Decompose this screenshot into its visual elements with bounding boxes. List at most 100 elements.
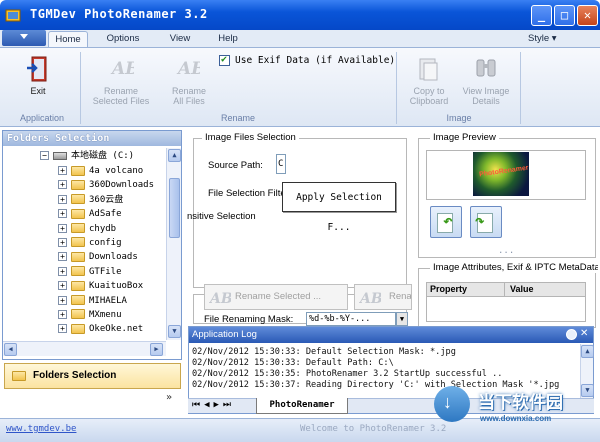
svg-text:AB: AB bbox=[359, 291, 381, 307]
rotate-left-button[interactable]: ↶ bbox=[430, 206, 462, 238]
case-sensitive-label[interactable]: nsitive Selection bbox=[187, 211, 256, 222]
expand-icon[interactable]: + bbox=[58, 309, 67, 319]
drive-label: 本地磁盘 (C:) bbox=[71, 151, 135, 161]
folder-icon bbox=[71, 251, 85, 262]
rename-selected-panel-button[interactable]: AB Rename Selected ... bbox=[204, 284, 348, 310]
exit-button[interactable]: Exit bbox=[14, 54, 62, 102]
view-image-details-button[interactable]: View Image Details bbox=[456, 56, 516, 110]
copy-to-clipboard-button[interactable]: Copy to Clipboard bbox=[400, 56, 458, 110]
tab-view[interactable]: View bbox=[160, 31, 200, 47]
rename-selected-text: Rename Selected ... bbox=[235, 291, 322, 302]
close-icon[interactable]: ✕ bbox=[580, 328, 588, 339]
close-button[interactable]: ✕ bbox=[577, 5, 598, 26]
style-menu[interactable]: Style ▾ bbox=[528, 31, 557, 47]
group-label-rename: Rename bbox=[220, 113, 256, 123]
mask-label: File Renaming Mask: bbox=[204, 314, 294, 325]
expand-chevron-icon[interactable]: » bbox=[166, 392, 172, 403]
expand-icon[interactable]: + bbox=[58, 180, 67, 190]
pin-icon[interactable] bbox=[566, 329, 577, 340]
svg-text:AB: AB bbox=[209, 291, 231, 307]
folder-icon bbox=[71, 323, 85, 334]
tree-folder-item[interactable]: + AdSafe bbox=[58, 207, 154, 221]
scroll-down-icon[interactable]: ▼ bbox=[581, 384, 594, 397]
tree-folder-item[interactable]: + Downloads bbox=[58, 250, 154, 264]
expand-icon[interactable]: + bbox=[58, 166, 67, 175]
expand-icon[interactable]: + bbox=[58, 281, 67, 291]
checkmark-icon: ✔ bbox=[221, 54, 228, 65]
tree-folder-item[interactable]: + chydb bbox=[58, 222, 154, 236]
tree-drive[interactable]: − 本地磁盘 (C:) bbox=[40, 149, 134, 163]
tree-folder-item[interactable]: + OkeOke.net bbox=[58, 322, 154, 336]
view-details-label-1: View Image bbox=[462, 86, 510, 96]
column-property[interactable]: Property bbox=[430, 284, 467, 294]
rename-all-panel-button[interactable]: AB Rena bbox=[354, 284, 412, 310]
expand-icon[interactable]: + bbox=[58, 237, 67, 247]
chevron-down-icon bbox=[20, 34, 28, 39]
scroll-up-icon[interactable]: ▲ bbox=[168, 149, 181, 162]
log-scrollbar[interactable]: ▲ ▼ bbox=[580, 344, 594, 398]
source-path-input[interactable]: C bbox=[276, 154, 286, 174]
binoculars-icon bbox=[476, 59, 496, 77]
folders-selection-tab[interactable]: Folders Selection bbox=[4, 363, 181, 389]
tree-folder-item[interactable]: + MXmenu bbox=[58, 308, 154, 322]
tree-folder-item[interactable]: + GTFile bbox=[58, 265, 154, 279]
watermark-text: 当下软件园 bbox=[478, 393, 563, 413]
tree-folder-item[interactable]: + config bbox=[58, 236, 154, 250]
folder-icon bbox=[71, 280, 85, 291]
tab-options[interactable]: Options bbox=[98, 31, 148, 47]
group-label-application: Application bbox=[19, 113, 65, 123]
collapse-icon[interactable]: − bbox=[40, 151, 49, 160]
copy-label-2: Clipboard bbox=[409, 96, 449, 106]
minimize-button[interactable]: _ bbox=[531, 5, 552, 26]
scroll-left-icon[interactable]: ◀ bbox=[4, 343, 17, 356]
mask-input[interactable]: %d-%b-%Y-... bbox=[306, 312, 396, 326]
tree-folder-item[interactable]: +360Downloads bbox=[58, 178, 154, 192]
rename-all-button[interactable]: AB Rename All Files bbox=[162, 56, 216, 110]
app-menu-button[interactable] bbox=[2, 30, 46, 46]
svg-text:AB: AB bbox=[110, 59, 134, 79]
vertical-scrollbar[interactable]: ▲ ▼ bbox=[166, 148, 181, 340]
tab-nav-icons[interactable]: ⏮◀▶⏭ bbox=[192, 400, 235, 410]
rotate-right-button[interactable]: ↷ bbox=[470, 206, 502, 238]
apply-selection-button[interactable]: Apply Selection F... bbox=[282, 182, 396, 233]
folders-tab-label: Folders Selection bbox=[33, 370, 117, 381]
tree-folder-item[interactable]: + MIHAELA bbox=[58, 294, 154, 308]
use-exif-checkbox[interactable]: ✔ bbox=[219, 54, 230, 66]
tab-photorenamer[interactable]: PhotoRenamer bbox=[256, 398, 348, 414]
scroll-up-icon[interactable]: ▲ bbox=[581, 345, 594, 358]
splitter-dots[interactable]: ... bbox=[498, 246, 514, 256]
tree-folder-item[interactable]: + KuaituoBox bbox=[58, 279, 154, 293]
tree-folder-item[interactable]: +4a volcano bbox=[58, 164, 154, 178]
expand-icon[interactable]: + bbox=[58, 324, 67, 334]
rename-selected-button[interactable]: AB Rename Selected Files bbox=[82, 56, 160, 110]
tab-help[interactable]: Help bbox=[208, 31, 248, 47]
drive-icon bbox=[53, 151, 67, 160]
use-exif-label[interactable]: Use Exif Data (if Available) bbox=[235, 55, 395, 66]
expand-icon[interactable]: + bbox=[58, 266, 67, 276]
scroll-right-icon[interactable]: ▶ bbox=[150, 343, 163, 356]
expand-icon[interactable]: + bbox=[58, 295, 67, 305]
horizontal-scrollbar[interactable]: ◀ ▶ bbox=[3, 341, 166, 356]
expand-icon[interactable]: + bbox=[58, 194, 67, 204]
clipboard-icon bbox=[419, 58, 438, 81]
expand-icon[interactable]: + bbox=[58, 209, 67, 219]
expand-icon[interactable]: + bbox=[58, 252, 67, 262]
rename-selected-label-2: Selected Files bbox=[92, 96, 150, 106]
folder-label: config bbox=[89, 237, 122, 248]
file-filter-label: File Selection Filter bbox=[208, 188, 284, 199]
divider bbox=[504, 283, 505, 297]
tab-home[interactable]: Home bbox=[48, 31, 88, 47]
tree-folder-item[interactable]: +360云盘 bbox=[58, 193, 154, 207]
scroll-thumb[interactable] bbox=[169, 178, 180, 238]
window-title: TGMDev PhotoRenamer 3.2 bbox=[30, 7, 208, 21]
folder-label: MXmenu bbox=[89, 309, 122, 320]
maximize-button[interactable]: □ bbox=[554, 5, 575, 26]
folder-icon bbox=[71, 194, 85, 205]
expand-icon[interactable]: + bbox=[58, 223, 67, 233]
column-value[interactable]: Value bbox=[510, 284, 534, 294]
website-link[interactable]: www.tgmdev.be bbox=[6, 424, 76, 434]
scroll-down-icon[interactable]: ▼ bbox=[168, 325, 181, 338]
mask-dropdown-icon[interactable]: ▼ bbox=[396, 312, 408, 326]
app-icon bbox=[5, 9, 21, 22]
folder-tree: +4a volcano +360Downloads +360云盘 + AdSafe + ch… bbox=[58, 164, 154, 337]
